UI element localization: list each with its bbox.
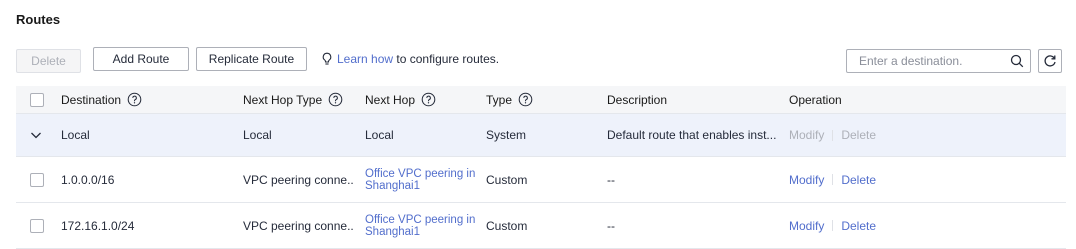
page-title: Routes bbox=[16, 12, 61, 27]
operation-cell: Modify Delete bbox=[789, 114, 989, 156]
help-icon[interactable] bbox=[518, 92, 533, 107]
table-row: 1.0.0.0/16 VPC peering conne... Office V… bbox=[16, 157, 1066, 203]
delete-button[interactable]: Delete bbox=[16, 49, 81, 73]
next-hop-link[interactable]: Office VPC peering in Shanghai1 bbox=[365, 168, 485, 192]
next-hop-type-cell: VPC peering conne... bbox=[243, 218, 353, 233]
refresh-button[interactable] bbox=[1038, 49, 1062, 73]
next-hop-link[interactable]: Office VPC peering in Shanghai1 bbox=[365, 214, 485, 238]
operation-cell: Modify Delete bbox=[789, 203, 989, 248]
modify-link[interactable]: Modify bbox=[789, 219, 824, 233]
lightbulb-icon bbox=[322, 52, 332, 65]
description-cell: -- bbox=[607, 218, 615, 233]
destination-cell: Local bbox=[61, 128, 90, 142]
learn-how-link[interactable]: Learn how bbox=[337, 52, 393, 66]
route-type-cell: System bbox=[486, 128, 527, 142]
next-hop-type-cell: Local bbox=[243, 128, 272, 142]
replicate-route-button[interactable]: Replicate Route bbox=[196, 47, 307, 71]
table-header: Destination Next Hop Type Next Hop Type … bbox=[16, 86, 1066, 114]
chevron-down-icon[interactable] bbox=[30, 129, 42, 141]
modify-link: Modify bbox=[789, 128, 825, 142]
delete-link: Delete bbox=[841, 128, 877, 142]
column-header-type: Type bbox=[486, 92, 513, 107]
description-cell: Default route that enables inst... bbox=[607, 128, 777, 142]
help-icon[interactable] bbox=[328, 92, 343, 107]
row-checkbox[interactable] bbox=[30, 172, 44, 187]
search-input[interactable] bbox=[847, 50, 1002, 72]
next-hop-cell: Local bbox=[365, 128, 394, 142]
help-icon[interactable] bbox=[421, 92, 436, 107]
destination-cell: 1.0.0.0/16 bbox=[61, 172, 115, 187]
search-icon[interactable] bbox=[1010, 54, 1024, 68]
add-route-button[interactable]: Add Route bbox=[93, 47, 189, 71]
destination-cell: 172.16.1.0/24 bbox=[61, 218, 135, 233]
refresh-icon bbox=[1044, 55, 1056, 67]
route-type-cell: Custom bbox=[486, 218, 528, 233]
table-row: 172.16.1.0/24 VPC peering conne... Offic… bbox=[16, 203, 1066, 249]
hint-text: Learn how to configure routes. bbox=[321, 52, 499, 66]
row-checkbox[interactable] bbox=[30, 218, 44, 233]
routes-table: Destination Next Hop Type Next Hop Type … bbox=[16, 86, 1066, 249]
column-header-description: Description bbox=[607, 92, 668, 107]
destination-search bbox=[846, 49, 1031, 73]
delete-link[interactable]: Delete bbox=[841, 219, 876, 233]
column-header-next-hop-type: Next Hop Type bbox=[243, 92, 323, 107]
table-row: Local Local Local System Default route t… bbox=[16, 114, 1066, 157]
column-header-next-hop: Next Hop bbox=[365, 92, 416, 107]
route-type-cell: Custom bbox=[486, 172, 528, 187]
description-cell: -- bbox=[607, 172, 615, 187]
modify-link[interactable]: Modify bbox=[789, 173, 824, 187]
hint-text-tail: to configure routes. bbox=[393, 52, 500, 66]
next-hop-type-cell: VPC peering conne... bbox=[243, 172, 353, 187]
operation-cell: Modify Delete bbox=[789, 157, 989, 202]
delete-link[interactable]: Delete bbox=[841, 173, 876, 187]
column-header-destination: Destination bbox=[61, 92, 122, 107]
column-header-operation: Operation bbox=[789, 92, 842, 107]
help-icon[interactable] bbox=[127, 92, 142, 107]
select-all-checkbox[interactable] bbox=[30, 92, 44, 107]
